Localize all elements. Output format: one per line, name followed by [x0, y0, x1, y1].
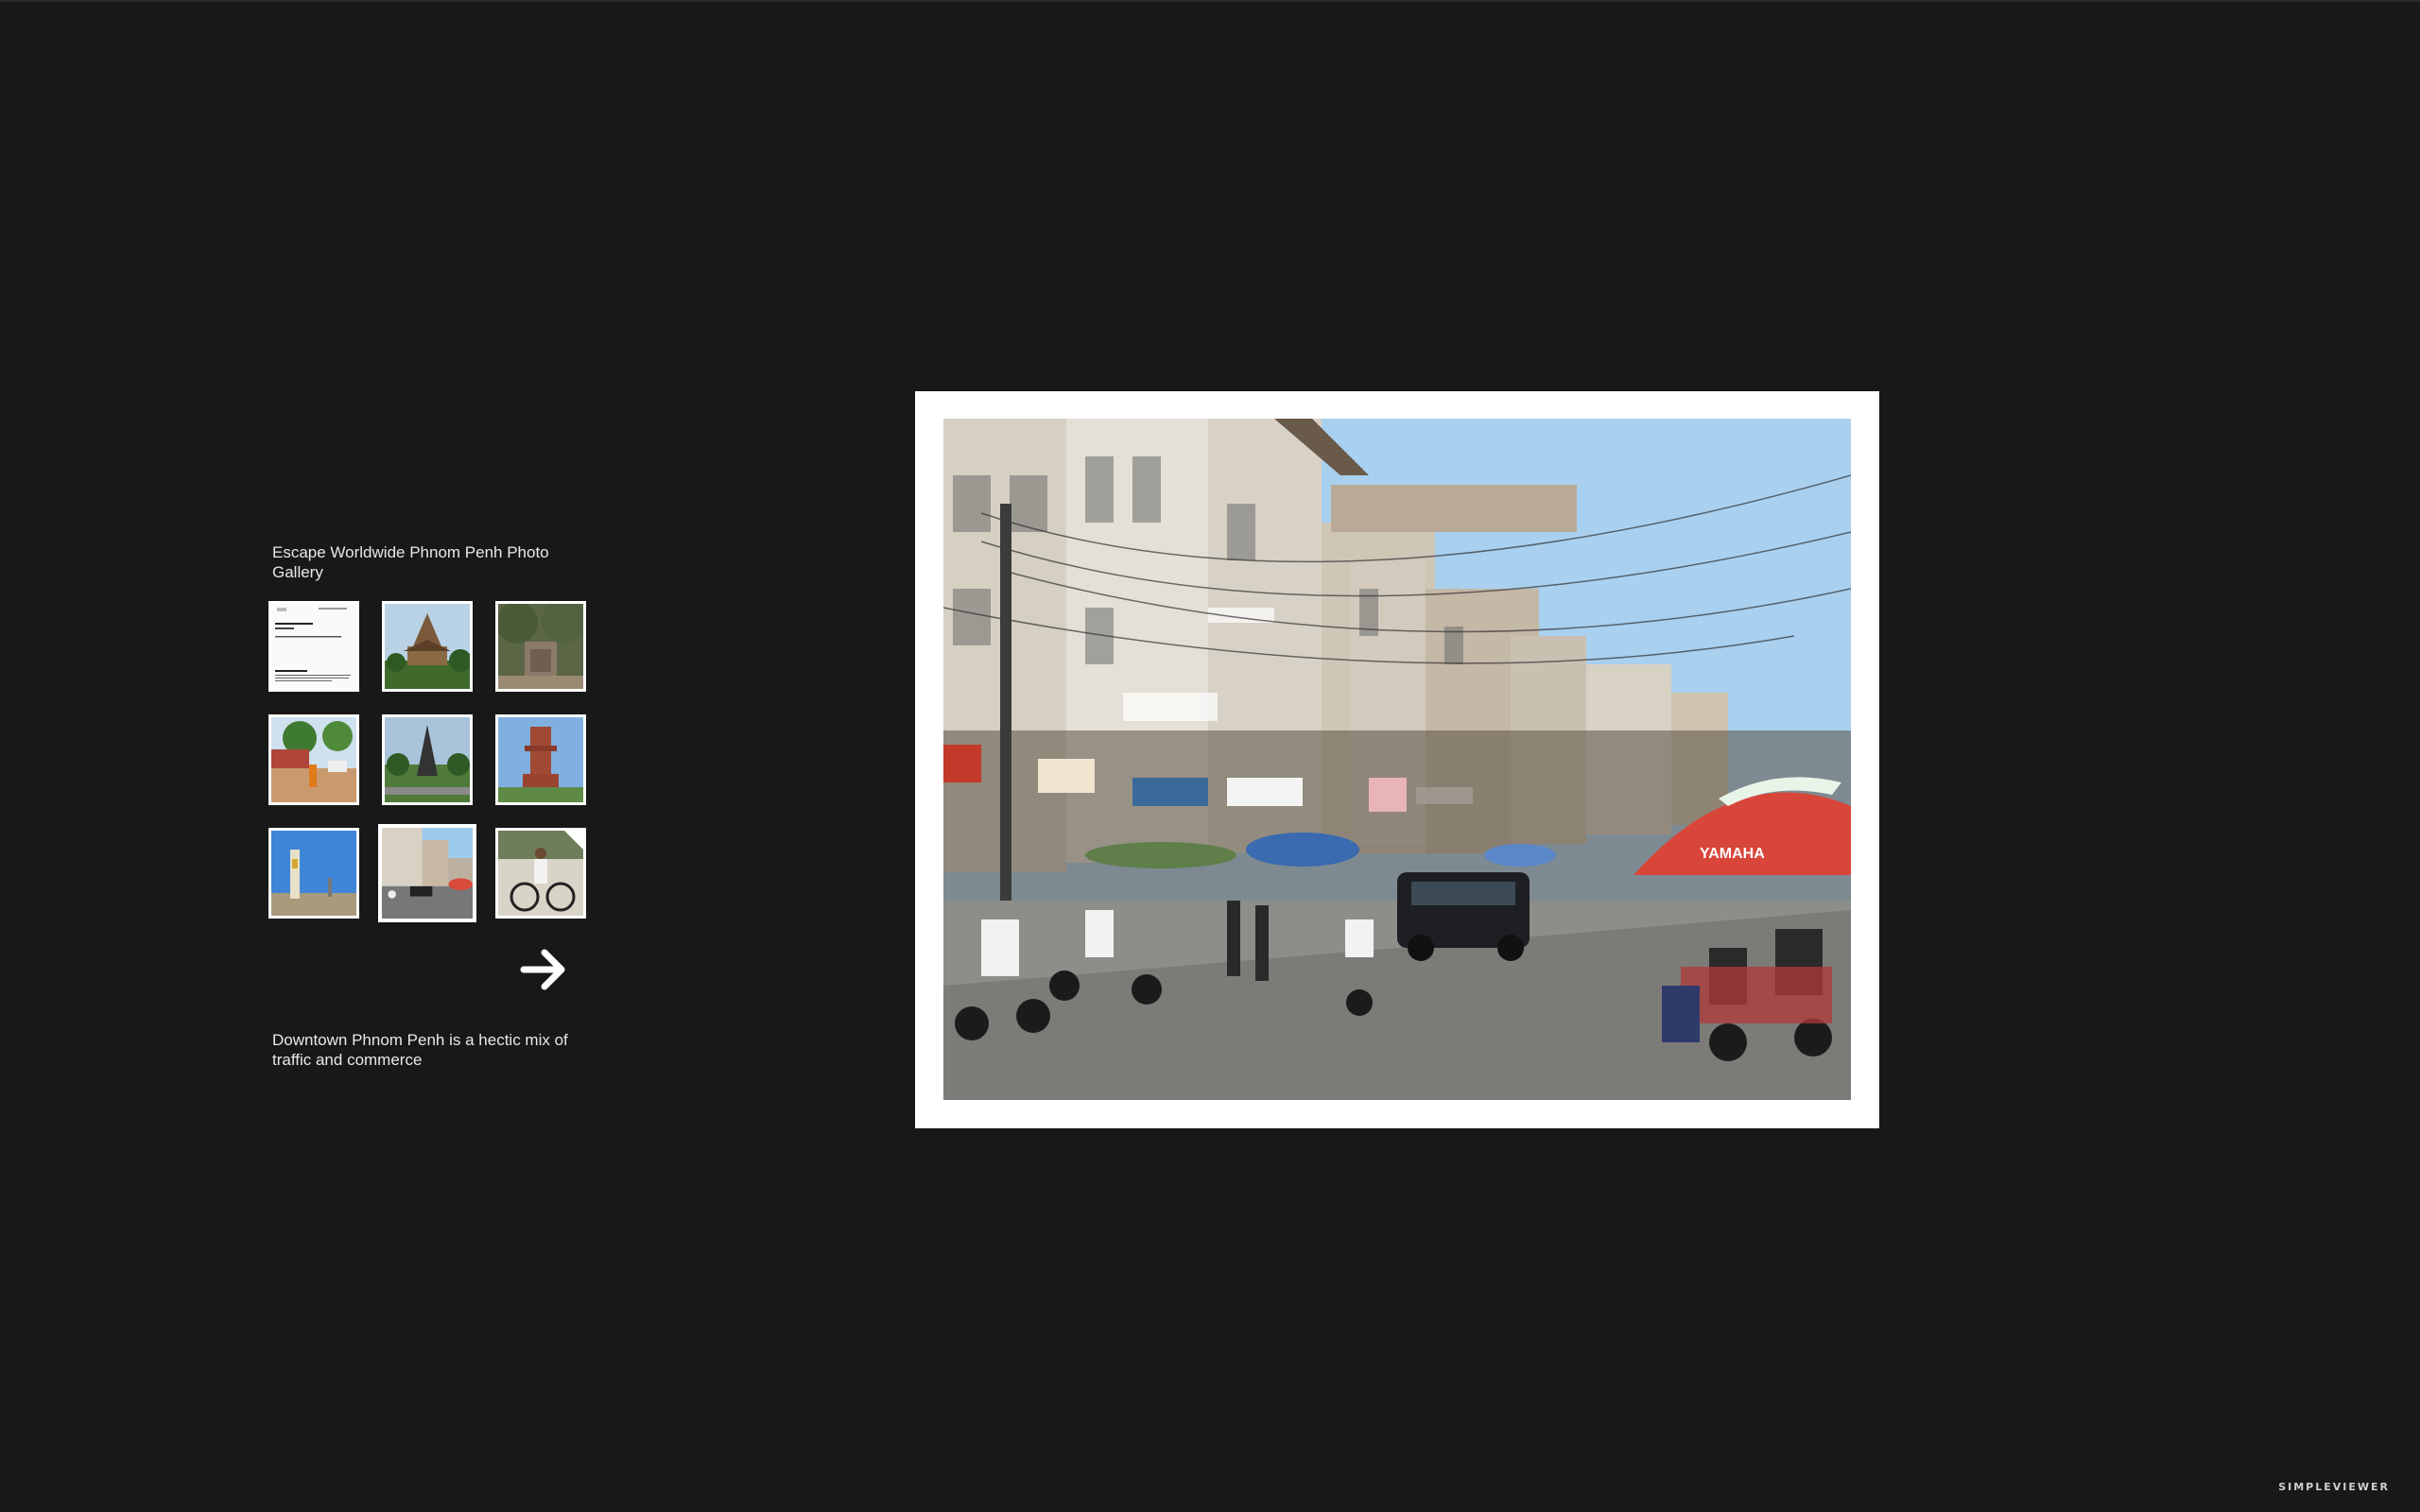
- thumbnail-image: [271, 717, 356, 802]
- thumbnail-7[interactable]: [268, 828, 359, 919]
- thumbnail-image: [271, 604, 356, 689]
- thumbnail-8[interactable]: [378, 824, 476, 922]
- main-photo: YAMAHA: [943, 419, 1851, 1100]
- simpleviewer-brand-link[interactable]: SIMPLEVIEWER: [2278, 1481, 2390, 1493]
- thumbnail-9[interactable]: [495, 828, 586, 919]
- thumbnail-1[interactable]: [268, 601, 359, 692]
- main-photo-frame[interactable]: YAMAHA: [915, 391, 1879, 1128]
- thumbnail-image: [382, 828, 473, 919]
- umbrella-brand-text: YAMAHA: [1700, 846, 1765, 862]
- gallery-title: Escape Worldwide Phnom Penh Photo Galler…: [272, 543, 549, 581]
- thumbnail-6[interactable]: [495, 714, 586, 805]
- next-page-button[interactable]: [518, 943, 571, 996]
- thumbnail-5[interactable]: [382, 714, 473, 805]
- thumbnail-image: [271, 831, 356, 916]
- thumbnail-image: [498, 717, 583, 802]
- viewer-page: Escape Worldwide Phnom Penh Photo Galler…: [0, 0, 2420, 1512]
- thumbnail-image: [385, 604, 470, 689]
- thumbnail-image: [498, 604, 583, 689]
- arrow-right-icon: [520, 949, 565, 990]
- image-caption: Downtown Phnom Penh is a hectic mix of t…: [272, 1031, 568, 1069]
- thumbnail-2[interactable]: [382, 601, 473, 692]
- thumbnail-4[interactable]: [268, 714, 359, 805]
- thumbnail-image: [498, 831, 583, 916]
- thumbnail-image: [385, 717, 470, 802]
- thumbnail-3[interactable]: [495, 601, 586, 692]
